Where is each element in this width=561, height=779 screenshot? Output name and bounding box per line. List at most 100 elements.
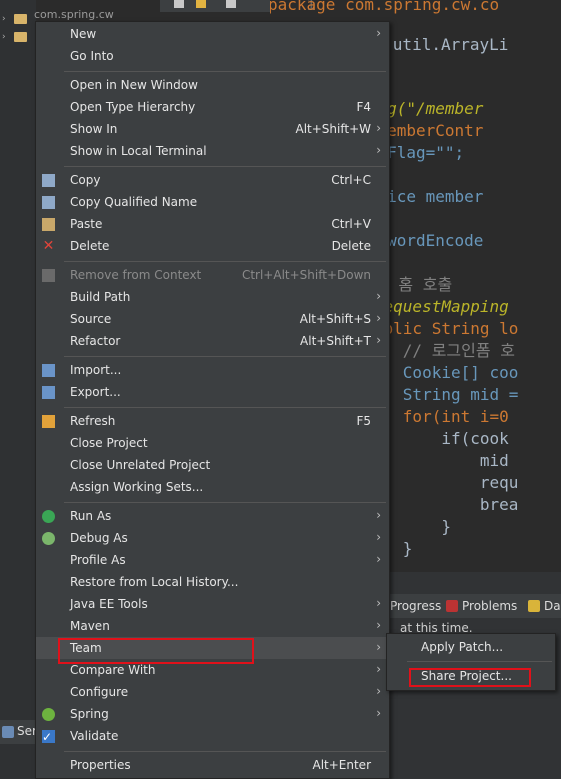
menu-item-shortcut: Ctrl+Alt+Shift+Down — [241, 268, 371, 282]
menu-item-go-into[interactable]: Go Into — [36, 45, 389, 67]
servers-icon — [2, 726, 14, 738]
menu-item-label: Refresh — [70, 414, 116, 428]
menu-item-label: Close Project — [70, 436, 148, 450]
menu-item-shortcut: Ctrl+C — [331, 173, 371, 187]
servers-tab[interactable]: Ser — [0, 720, 40, 744]
submenu-arrow-icon: › — [376, 508, 381, 522]
menu-separator — [64, 407, 386, 408]
submenu-arrow-icon: › — [376, 143, 381, 157]
menu-item-delete[interactable]: ✕ Delete Delete — [36, 235, 389, 257]
menu-item-label: Profile As — [70, 553, 126, 567]
menu-item-close-unrelated-project[interactable]: Close Unrelated Project — [36, 454, 389, 476]
spring-icon — [42, 708, 55, 721]
menu-item-java-ee-tools[interactable]: Java EE Tools › — [36, 593, 389, 615]
menu-item-new[interactable]: New › — [36, 23, 389, 45]
menu-item-label: Properties — [70, 758, 131, 772]
menu-item-label: Show in Local Terminal — [70, 144, 207, 158]
menu-item-label: Show In — [70, 122, 118, 136]
highlight-box — [58, 638, 254, 664]
menu-item-open-in-new-window[interactable]: Open in New Window — [36, 74, 389, 96]
submenu-arrow-icon: › — [376, 684, 381, 698]
menu-item-label: Open in New Window — [70, 78, 198, 92]
menu-item-shortcut: Delete — [331, 239, 371, 253]
submenu-arrow-icon: › — [376, 311, 381, 325]
menu-item-debug-as[interactable]: Debug As › — [36, 527, 389, 549]
menu-item-label: Compare With — [70, 663, 156, 677]
menu-item-shortcut: Alt+Shift+S — [299, 312, 371, 326]
menu-item-build-path[interactable]: Build Path › — [36, 286, 389, 308]
tab-problems[interactable]: Problems — [446, 599, 517, 613]
remove-context-icon — [42, 269, 55, 282]
expand-arrow-icon[interactable]: › — [2, 32, 6, 42]
menu-item-label: Copy — [70, 173, 101, 187]
submenu-arrow-icon: › — [376, 618, 381, 632]
menu-item-maven[interactable]: Maven › — [36, 615, 389, 637]
menu-item-refactor[interactable]: Refactor Alt+Shift+T › — [36, 330, 389, 352]
menu-item-label: Import... — [70, 363, 122, 377]
menu-item-show-in-local-terminal[interactable]: Show in Local Terminal › — [36, 140, 389, 162]
menu-item-validate[interactable]: ✓ Validate — [36, 725, 389, 747]
copy-icon — [42, 174, 55, 187]
expand-arrow-icon[interactable]: › — [2, 14, 6, 24]
menu-item-label: Spring — [70, 707, 109, 721]
menu-item-label: New — [70, 27, 97, 41]
delete-icon: ✕ — [42, 238, 55, 254]
menu-item-shortcut: Alt+Shift+W — [295, 122, 372, 136]
menu-item-remove-from-context: Remove from Context Ctrl+Alt+Shift+Down — [36, 264, 389, 286]
submenu-arrow-icon: › — [376, 26, 381, 40]
submenu-arrow-icon: › — [376, 530, 381, 544]
debug-icon — [42, 532, 55, 545]
menu-item-import[interactable]: Import... — [36, 359, 389, 381]
menu-item-label: Configure — [70, 685, 129, 699]
submenu-arrow-icon: › — [376, 333, 381, 347]
tab-data[interactable]: Da — [528, 599, 561, 613]
menu-item-source[interactable]: Source Alt+Shift+S › — [36, 308, 389, 330]
folder-icon — [14, 32, 27, 42]
menu-item-label: Remove from Context — [70, 268, 202, 282]
menu-item-open-type-hierarchy[interactable]: Open Type Hierarchy F4 — [36, 96, 389, 118]
menu-separator — [64, 751, 386, 752]
toolbar-icon[interactable] — [196, 0, 206, 8]
menu-item-configure[interactable]: Configure › — [36, 681, 389, 703]
top-toolbar — [160, 0, 270, 12]
menu-item-properties[interactable]: Properties Alt+Enter — [36, 754, 389, 776]
menu-item-paste[interactable]: Paste Ctrl+V — [36, 213, 389, 235]
servers-tab-label: Ser — [17, 724, 37, 738]
highlight-box — [409, 668, 531, 687]
menu-item-restore-from-local-history[interactable]: Restore from Local History... — [36, 571, 389, 593]
menu-item-label: Java EE Tools — [70, 597, 148, 611]
menu-item-label: Build Path — [70, 290, 131, 304]
menu-item-run-as[interactable]: Run As › — [36, 505, 389, 527]
menu-item-label: Maven — [70, 619, 110, 633]
menu-item-spring[interactable]: Spring › — [36, 703, 389, 725]
menu-item-label: Delete — [70, 239, 110, 253]
toolbar-icon[interactable] — [174, 0, 184, 8]
menu-item-label: Restore from Local History... — [70, 575, 239, 589]
submenu-arrow-icon: › — [376, 640, 381, 654]
tree-row-project[interactable]: › — [0, 12, 36, 28]
menu-item-export[interactable]: Export... — [36, 381, 389, 403]
menu-item-label: Paste — [70, 217, 103, 231]
menu-separator — [64, 71, 386, 72]
menu-item-label: Apply Patch... — [421, 640, 504, 654]
menu-item-copy[interactable]: Copy Ctrl+C — [36, 169, 389, 191]
menu-item-apply-patch[interactable]: Apply Patch... — [387, 636, 555, 658]
tab-progress[interactable]: Progress — [390, 599, 441, 613]
menu-item-refresh[interactable]: Refresh F5 — [36, 410, 389, 432]
menu-item-label: Copy Qualified Name — [70, 195, 198, 209]
submenu-arrow-icon: › — [376, 596, 381, 610]
export-icon — [42, 386, 55, 399]
menu-item-profile-as[interactable]: Profile As › — [36, 549, 389, 571]
menu-item-show-in[interactable]: Show In Alt+Shift+W › — [36, 118, 389, 140]
toolbar-icon[interactable] — [226, 0, 236, 8]
problems-icon — [446, 600, 458, 612]
menu-item-copy-qualified-name[interactable]: Copy Qualified Name — [36, 191, 389, 213]
import-icon — [42, 364, 55, 377]
paste-icon — [42, 218, 55, 231]
menu-item-close-project[interactable]: Close Project — [36, 432, 389, 454]
menu-separator — [64, 261, 386, 262]
tree-row-folder[interactable]: › — [0, 30, 36, 46]
menu-item-assign-working-sets[interactable]: Assign Working Sets... — [36, 476, 389, 498]
submenu-arrow-icon: › — [376, 289, 381, 303]
project-explorer: › › Ser — [0, 0, 40, 779]
